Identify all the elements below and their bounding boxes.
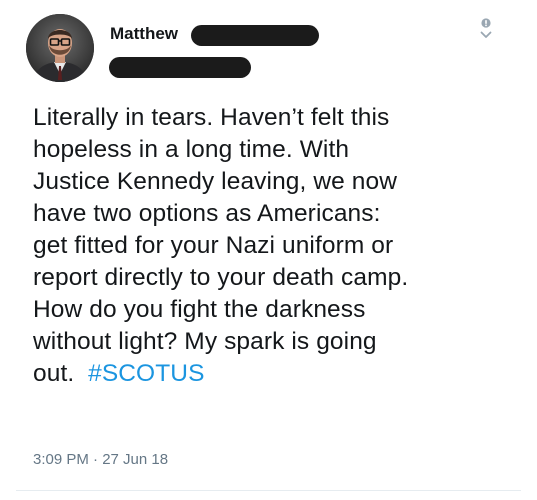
tweet-text: Literally in tears. Haven’t felt this ho…: [33, 102, 513, 390]
tweet-text-last-line: out. #SCOTUS: [33, 358, 513, 390]
tweet-text-line: report directly to your death camp.: [33, 264, 409, 291]
tweet-text-line: How do you fight the darkness: [33, 296, 366, 323]
tweet-text-line: get fitted for your Nazi uniform or: [33, 232, 394, 259]
redacted-name-bar: [191, 25, 319, 46]
tweet-text-line: Justice Kennedy leaving, we now: [33, 168, 398, 195]
chevron-down-icon: [480, 18, 492, 38]
avatar[interactable]: [26, 14, 94, 82]
tweet-text-line: hopeless in a long time. With: [33, 136, 350, 163]
divider: [16, 490, 521, 491]
tweet-card: Matthew Literally in tears. Haven’t felt…: [0, 0, 537, 500]
tweet-text-line: without light? My spark is going: [33, 328, 377, 355]
redacted-handle-bar: [109, 57, 251, 78]
tweet-text-line: Literally in tears. Haven’t felt this: [33, 104, 390, 131]
tweet-text-prefix: out.: [33, 360, 75, 387]
avatar-image: [26, 14, 94, 82]
more-options-button[interactable]: [476, 16, 496, 42]
tweet-timestamp[interactable]: 3:09 PM · 27 Jun 18: [33, 451, 168, 468]
author-display-name[interactable]: Matthew: [110, 24, 178, 44]
hashtag-link[interactable]: #SCOTUS: [88, 360, 204, 387]
tweet-text-line: have two options as Americans:: [33, 200, 381, 227]
